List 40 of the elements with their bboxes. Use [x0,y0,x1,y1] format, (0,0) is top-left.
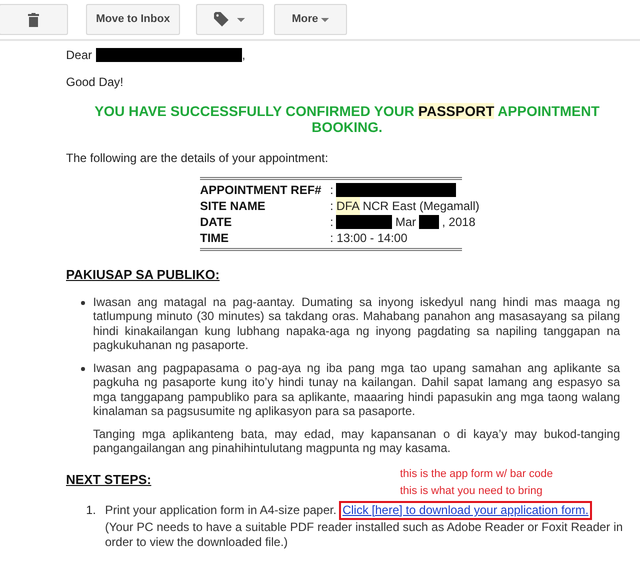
bullet-mark [81,300,85,304]
step-number: 1. [86,502,98,519]
detail-value: , 2018 [442,214,476,231]
detail-value: : [330,182,334,199]
delete-button[interactable] [0,4,68,35]
caret-icon [321,18,330,22]
step-text: Print your application form in A4-size paper. [105,503,336,518]
confirmation-headline: YOU HAVE SUCCESSFULLY CONFIRMED YOUR PASSPORT APPOINTMENT BOOKING. [93,103,601,135]
detail-value: : 13:00 - 14:00 [330,230,408,247]
annotation-text: this is the app form w/ bar code [400,466,553,482]
detail-label: DATE [200,214,233,231]
detail-label: TIME [200,230,230,247]
notice-paragraph: Iwasan ang matagal na pag-aantay. Dumating sa inyong iskedyul nang hindi mas maaga ng tatlumpung minuto (30 minutes) sa takdang oras. Mahabang panahon ang masasayang sa pilang hindi kinakailangan kung lubhang napaka-aga ng inyong pagdating sa napiling tanggapan na pagkukuhanan ng pasaporte. [93,294,620,352]
more-button[interactable]: More [274,4,347,35]
detail-value: : [330,198,334,215]
notice-paragraph: Iwasan ang pagpapasama o pag-aya ng iba pang mga tao upang samahan ang aplikante sa pagkuha ng pasaporte kung ito’y hindi tunay na kailangan. Dahil sapat lamang ang espasyo sa mga tanggapang pampubliko para sa aplikante, maaaring hindi papasukin ang mga taong walang kinalaman sa pagsusumite ng aplikasyon para sa pasaporte. [93,360,620,418]
detail-label: APPOINTMENT REF# [200,182,322,199]
download-link[interactable]: Click [here] to download your application form. [339,501,592,520]
salutation-text: Good Day! [66,74,124,91]
greeting-text: Dear [66,47,92,64]
detail-value: NCR East (Megamall) [362,198,480,215]
move-to-inbox-button[interactable]: Move to Inbox [86,4,180,35]
intro-text: The following are the details of your appointment: [66,150,330,167]
tag-icon [214,12,230,27]
section-heading: PAKIUSAP SA PUBLIKO: [66,266,221,284]
detail-value: Mar [395,214,416,231]
trash-icon [28,12,39,26]
annotation-text: this is what you need to bring [400,484,544,498]
detail-label: SITE NAME [200,198,266,215]
caret-icon [237,18,246,22]
step-note: (Your PC needs to have a suitable PDF reader installed such as Adobe Reader or Foxit Reader in order to view the downloaded file.) [105,520,624,550]
labels-button[interactable] [196,4,264,35]
highlighted-text: DFA [336,197,360,215]
redaction-bar [336,215,392,229]
notice-paragraph: Tanging mga aplikanteng bata, may edad, may kapansanan o di kaya’y may bukod-tanging pangangailangan ang pinahihintulutang magpunta ng may kasama. [93,426,620,456]
bullet-mark [81,366,85,370]
greeting-text: , [242,47,246,64]
section-heading: NEXT STEPS: [66,470,152,488]
redaction-bar [419,215,440,229]
detail-value: : [330,214,334,231]
